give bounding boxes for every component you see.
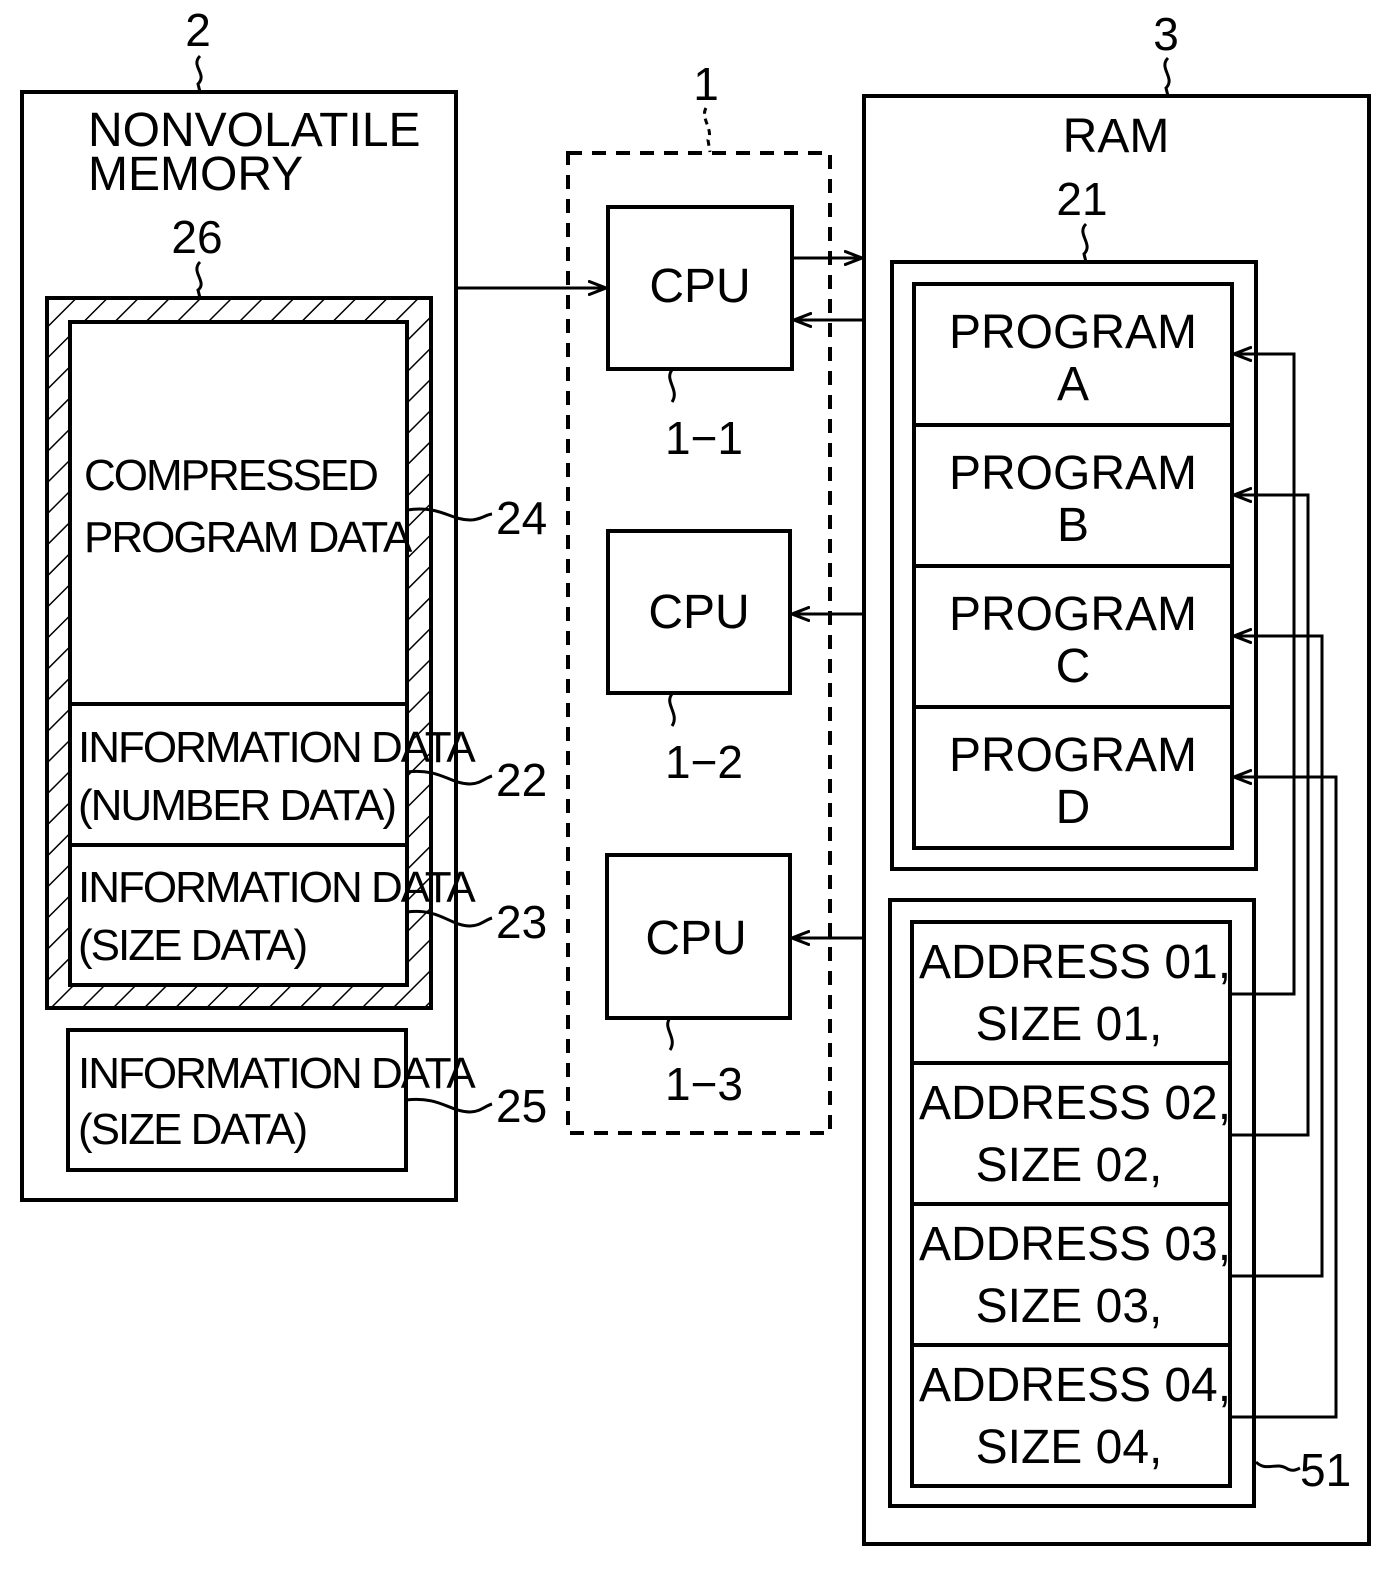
block-label: INFORMATION DATA bbox=[78, 863, 476, 912]
program-letter: A bbox=[1057, 358, 1089, 411]
address-label: ADDRESS 01, bbox=[919, 936, 1231, 989]
ref-label: 1−1 bbox=[665, 412, 743, 464]
ref-label: 23 bbox=[496, 896, 547, 948]
block-label: INFORMATION DATA bbox=[78, 723, 476, 772]
ref-label: 26 bbox=[171, 211, 222, 263]
program-list: PROGRAMAPROGRAMBPROGRAMCPROGRAMD bbox=[912, 282, 1234, 850]
address-table: ADDRESS 01, SIZE 01, ADDRESS 02, SIZE 02, AD… bbox=[910, 920, 1232, 1488]
leader-line bbox=[668, 369, 676, 403]
ref-label: 24 bbox=[496, 492, 547, 544]
size-label: SIZE 04, bbox=[976, 1421, 1163, 1474]
ref-label: 51 bbox=[1300, 1444, 1351, 1496]
ref-label: 25 bbox=[496, 1080, 547, 1132]
ref-label: 1−3 bbox=[665, 1058, 743, 1110]
address-label: ADDRESS 04, bbox=[919, 1359, 1231, 1412]
leader-line bbox=[703, 107, 712, 153]
nonvolatile-memory: 2 NONVOLATILE MEMORY 26 COMPRESSED PROGR… bbox=[20, 4, 547, 1202]
program-label: PROGRAM bbox=[949, 447, 1197, 500]
block-label: (NUMBER DATA) bbox=[78, 781, 395, 830]
program-letter: C bbox=[1056, 640, 1091, 693]
block-label: INFORMATION DATA bbox=[78, 1049, 476, 1098]
cpu-label: CPU bbox=[649, 260, 750, 313]
processor-group: 1 CPU 1−1 CPU 1−2 CPU 1−3 bbox=[566, 58, 832, 1135]
program-label: PROGRAM bbox=[949, 729, 1197, 782]
leader-line bbox=[195, 54, 203, 93]
program-letter: D bbox=[1056, 781, 1091, 834]
cpu-label: CPU bbox=[645, 912, 746, 965]
block-label: PROGRAM DATA bbox=[84, 513, 413, 562]
leader-line bbox=[1163, 56, 1171, 97]
block-label: COMPRESSED bbox=[84, 451, 377, 500]
program-letter: B bbox=[1057, 499, 1089, 552]
ram: 3 RAM 21 PROGRAMAPROGRAMBPROGRAMCPROGRAM… bbox=[862, 8, 1371, 1546]
memory-title: MEMORY bbox=[88, 148, 303, 201]
cpu-label: CPU bbox=[648, 586, 749, 639]
address-label: ADDRESS 02, bbox=[919, 1077, 1231, 1130]
size-label: SIZE 02, bbox=[976, 1139, 1163, 1192]
size-label: SIZE 03, bbox=[976, 1280, 1163, 1333]
block-diagram: 2 NONVOLATILE MEMORY 26 COMPRESSED PROGR… bbox=[20, 4, 1371, 1546]
address-label: ADDRESS 03, bbox=[919, 1218, 1231, 1271]
leader-line bbox=[668, 693, 676, 727]
ram-title: RAM bbox=[1063, 110, 1170, 163]
ref-label: 1−2 bbox=[665, 736, 743, 788]
block-label: (SIZE DATA) bbox=[78, 921, 306, 970]
program-label: PROGRAM bbox=[949, 306, 1197, 359]
ref-label: 22 bbox=[496, 754, 547, 806]
ref-label: 2 bbox=[185, 4, 211, 56]
size-label: SIZE 01, bbox=[976, 998, 1163, 1051]
ref-label: 1 bbox=[693, 58, 719, 110]
ref-label: 21 bbox=[1056, 173, 1107, 225]
block-label: (SIZE DATA) bbox=[78, 1105, 306, 1154]
program-label: PROGRAM bbox=[949, 588, 1197, 641]
leader-line bbox=[666, 1017, 674, 1051]
ref-label: 3 bbox=[1153, 8, 1179, 60]
